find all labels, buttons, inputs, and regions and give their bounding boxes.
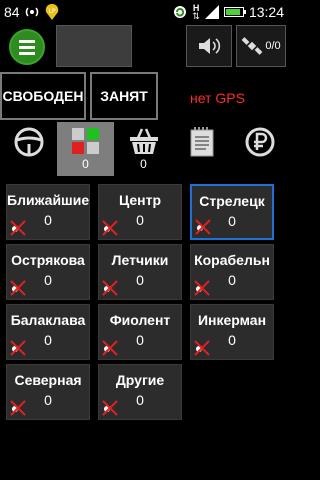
status-bar: 84 LP H ⇅ 13:24 [0,0,288,24]
tab-count: 0 [82,157,89,171]
no-cars-icon [10,220,26,236]
tab-notes[interactable] [173,122,230,176]
no-cars-icon [10,400,26,416]
tab-payment[interactable] [231,122,288,176]
basket-icon [129,128,158,154]
battery-icon [223,7,246,17]
volume-button[interactable] [186,25,232,67]
district-cell[interactable]: Ближайшие 0 [6,184,90,240]
district-cell[interactable]: Инкерман 0 [190,304,274,360]
district-name: Ближайшие [7,192,89,208]
clock: 13:24 [248,4,284,20]
district-cell[interactable]: Балаклава 0 [6,304,90,360]
network-arrows-icon: H ⇅ [192,3,200,21]
district-name: Стрелецк [199,193,265,209]
lp-badge-icon: LP [45,4,58,20]
district-name: Инкерман [197,312,267,328]
tab-basket[interactable]: 0 [115,122,172,176]
speaker-icon [199,38,221,54]
no-cars-icon [194,340,210,356]
notepad-icon [190,127,213,157]
no-cars-icon [102,400,118,416]
district-cell[interactable]: Северная 0 [6,364,90,420]
tab-bar: 0 0 [0,122,288,176]
status-controls: СВОБОДЕН ЗАНЯТ нет GPS [0,72,288,122]
satellite-count: 0/0 [265,40,281,52]
district-cell[interactable]: Летчики 0 [98,244,182,300]
district-cell-selected[interactable]: Стрелецк 0 [190,184,274,240]
district-name: Северная [14,372,82,388]
tab-districts[interactable]: 0 [57,122,114,176]
satellite-icon [241,37,263,55]
no-cars-icon [10,280,26,296]
district-cell[interactable]: Корабельн 0 [190,244,274,300]
district-name: Летчики [111,252,169,268]
district-cell[interactable]: Другие 0 [98,364,182,420]
district-name: Балаклава [10,312,86,328]
tab-steering[interactable] [0,122,57,176]
list-icon [9,29,45,65]
no-cars-icon [102,280,118,296]
district-name: Другие [115,372,165,388]
steering-wheel-icon [14,127,43,157]
no-cars-icon [102,220,118,236]
no-cars-icon [102,340,118,356]
district-name: Острякова [11,252,85,268]
battery-level [225,9,241,15]
menu-button[interactable] [5,28,49,66]
satellite-button[interactable]: 0/0 [236,25,286,67]
no-cars-icon [195,219,211,235]
district-name: Фиолент [109,312,171,328]
district-cell[interactable]: Центр 0 [98,184,182,240]
tab-count: 0 [140,157,147,171]
no-cars-icon [10,340,26,356]
sync-icon [174,6,187,18]
ruble-icon [245,127,274,157]
busy-button[interactable]: ЗАНЯТ [90,72,158,120]
district-cell[interactable]: Острякова 0 [6,244,90,300]
squares-grid-icon [71,128,99,154]
status-number: 84 [4,4,20,20]
wireless-antenna-icon [25,7,38,17]
district-name: Центр [118,192,162,208]
free-button[interactable]: СВОБОДЕН [0,72,86,120]
no-cars-icon [194,280,210,296]
info-panel[interactable] [56,25,132,67]
gps-status: нет GPS [190,90,245,106]
district-cell[interactable]: Фиолент 0 [98,304,182,360]
district-name: Корабельн [194,252,270,268]
toolbar: 0/0 [0,24,288,70]
signal-icon [204,5,219,19]
svg-text:LP: LP [48,8,55,15]
